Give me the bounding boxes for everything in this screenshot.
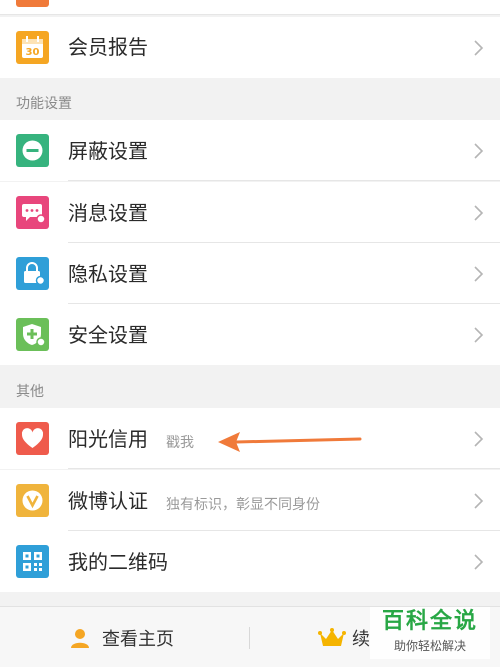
calendar-30-icon: 30 xyxy=(16,31,49,64)
crown-icon xyxy=(318,627,346,646)
row-label: 安全设置 xyxy=(68,323,148,347)
row-label: 隐私设置 xyxy=(68,262,148,286)
section-title: 功能设置 xyxy=(16,96,72,112)
chevron-right-icon xyxy=(474,554,484,570)
chevron-right-icon xyxy=(474,327,484,343)
chevron-right-icon xyxy=(474,40,484,56)
chevron-right-icon xyxy=(474,493,484,509)
section-header-other: 其他 xyxy=(0,366,500,408)
shield-settings-icon xyxy=(16,318,49,351)
minus-circle-icon xyxy=(16,134,49,167)
row-label: 屏蔽设置 xyxy=(68,139,148,163)
row-message-settings[interactable]: 消息设置 xyxy=(0,182,500,243)
user-icon xyxy=(71,628,89,648)
heart-icon xyxy=(16,422,49,455)
annotation-arrow xyxy=(218,432,362,452)
watermark-subtitle: 助你轻松解决 xyxy=(393,639,466,653)
row-label: 阳光信用 xyxy=(68,427,148,451)
row-privacy-settings[interactable]: 隐私设置 xyxy=(0,243,500,304)
divider xyxy=(68,468,500,469)
row-label: 消息设置 xyxy=(68,201,148,225)
chevron-right-icon xyxy=(474,266,484,282)
row-label: 会员报告 xyxy=(68,35,148,59)
renew-label: 续 xyxy=(352,628,370,650)
previous-row-icon xyxy=(16,0,49,7)
bottom-bar-separator xyxy=(249,627,250,649)
view-home-label: 查看主页 xyxy=(102,628,174,650)
view-home-button[interactable]: 查看主页 xyxy=(68,607,174,667)
row-member-report[interactable]: 30 会员报告 xyxy=(0,17,500,78)
row-security-settings[interactable]: 安全设置 xyxy=(0,304,500,365)
row-qr-code[interactable]: 我的二维码 xyxy=(0,531,500,592)
chevron-right-icon xyxy=(474,205,484,221)
watermark-title: 百科全说 xyxy=(381,609,478,634)
row-label: 微博认证 xyxy=(68,489,148,513)
lock-settings-icon xyxy=(16,257,49,290)
divider xyxy=(68,180,500,181)
chevron-right-icon xyxy=(474,431,484,447)
renew-button[interactable]: 续 xyxy=(318,607,370,667)
watermark: 百科全说 助你轻松解决 xyxy=(370,607,490,659)
section-header-feature-settings: 功能设置 xyxy=(0,78,500,120)
v-badge-icon xyxy=(16,484,49,517)
row-label: 我的二维码 xyxy=(68,550,168,574)
qr-code-icon xyxy=(16,545,49,578)
previous-row[interactable] xyxy=(0,0,500,15)
row-subtitle: 戳我 xyxy=(166,435,194,451)
chat-settings-icon xyxy=(16,196,49,229)
row-block-settings[interactable]: 屏蔽设置 xyxy=(0,120,500,181)
svg-text:30: 30 xyxy=(26,47,40,58)
chevron-right-icon xyxy=(474,143,484,159)
row-subtitle: 独有标识，彰显不同身份 xyxy=(166,497,320,513)
section-title: 其他 xyxy=(16,384,44,400)
row-weibo-verify[interactable]: 微博认证 独有标识，彰显不同身份 xyxy=(0,470,500,531)
